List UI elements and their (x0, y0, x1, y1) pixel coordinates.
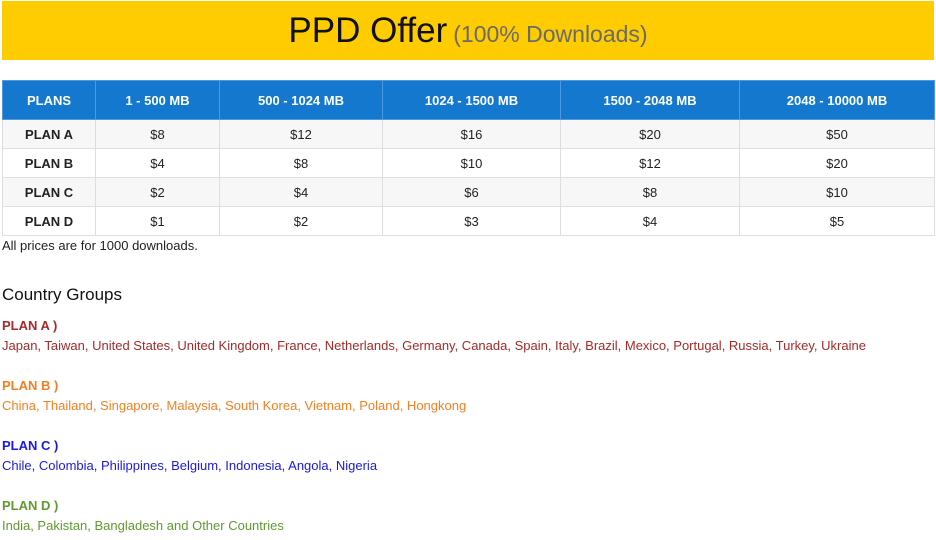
price-cell: $2 (219, 206, 383, 236)
plan-name-cell: PLAN C (2, 177, 96, 207)
column-header-size-range: 1024 - 1500 MB (382, 80, 561, 120)
price-cell: $6 (382, 177, 561, 207)
plan-name-cell: PLAN A (2, 119, 96, 149)
price-cell: $16 (382, 119, 561, 149)
price-cell: $1 (95, 206, 220, 236)
price-cell: $50 (739, 119, 935, 149)
price-cell: $5 (739, 206, 935, 236)
price-cell: $12 (219, 119, 383, 149)
country-group-list: China, Thailand, Singapore, Malaysia, So… (2, 398, 467, 413)
offer-banner: PPD Offer (100% Downloads) (2, 1, 934, 60)
page-title: PPD Offer (288, 11, 448, 50)
country-group-plan-a: PLAN A ) Japan, Taiwan, United States, U… (2, 317, 934, 354)
page-subtitle: (100% Downloads) (453, 21, 648, 47)
country-group-list: Japan, Taiwan, United States, United Kin… (2, 338, 866, 353)
country-group-plan-c: PLAN C ) Chile, Colombia, Philippines, B… (2, 437, 934, 474)
price-cell: $4 (219, 177, 383, 207)
country-group-label: PLAN D ) (2, 498, 59, 513)
plan-name-cell: PLAN B (2, 148, 96, 178)
column-header-size-range: 500 - 1024 MB (219, 80, 383, 120)
price-cell: $10 (382, 148, 561, 178)
price-cell: $10 (739, 177, 935, 207)
price-cell: $4 (560, 206, 740, 236)
country-group-label: PLAN B ) (2, 378, 59, 393)
price-cell: $20 (560, 119, 740, 149)
column-header-size-range: 2048 - 10000 MB (739, 80, 935, 120)
column-header-plans: PLANS (2, 80, 96, 120)
pricing-table: PLANS 1 - 500 MB 500 - 1024 MB 1024 - 15… (2, 80, 935, 236)
price-cell: $3 (382, 206, 561, 236)
price-cell: $8 (560, 177, 740, 207)
country-groups-heading: Country Groups (2, 285, 122, 304)
table-row: PLAN D $1 $2 $3 $4 $5 (2, 206, 935, 236)
table-row: PLAN B $4 $8 $10 $12 $20 (2, 148, 935, 178)
pricing-table-header-row: PLANS 1 - 500 MB 500 - 1024 MB 1024 - 15… (2, 80, 935, 120)
price-cell: $8 (219, 148, 383, 178)
price-cell: $20 (739, 148, 935, 178)
price-cell: $8 (95, 119, 220, 149)
column-header-size-range: 1500 - 2048 MB (560, 80, 740, 120)
price-cell: $12 (560, 148, 740, 178)
country-group-plan-b: PLAN B ) China, Thailand, Singapore, Mal… (2, 377, 934, 414)
country-group-list: India, Pakistan, Bangladesh and Other Co… (2, 518, 284, 533)
country-group-label: PLAN C ) (2, 438, 59, 453)
price-cell: $4 (95, 148, 220, 178)
table-row: PLAN C $2 $4 $6 $8 $10 (2, 177, 935, 207)
country-group-list: Chile, Colombia, Philippines, Belgium, I… (2, 458, 378, 473)
table-row: PLAN A $8 $12 $16 $20 $50 (2, 119, 935, 149)
price-cell: $2 (95, 177, 220, 207)
country-group-plan-d: PLAN D ) India, Pakistan, Bangladesh and… (2, 497, 934, 534)
country-group-label: PLAN A ) (2, 318, 58, 333)
plan-name-cell: PLAN D (2, 206, 96, 236)
pricing-note: All prices are for 1000 downloads. (2, 238, 198, 253)
column-header-size-range: 1 - 500 MB (95, 80, 220, 120)
